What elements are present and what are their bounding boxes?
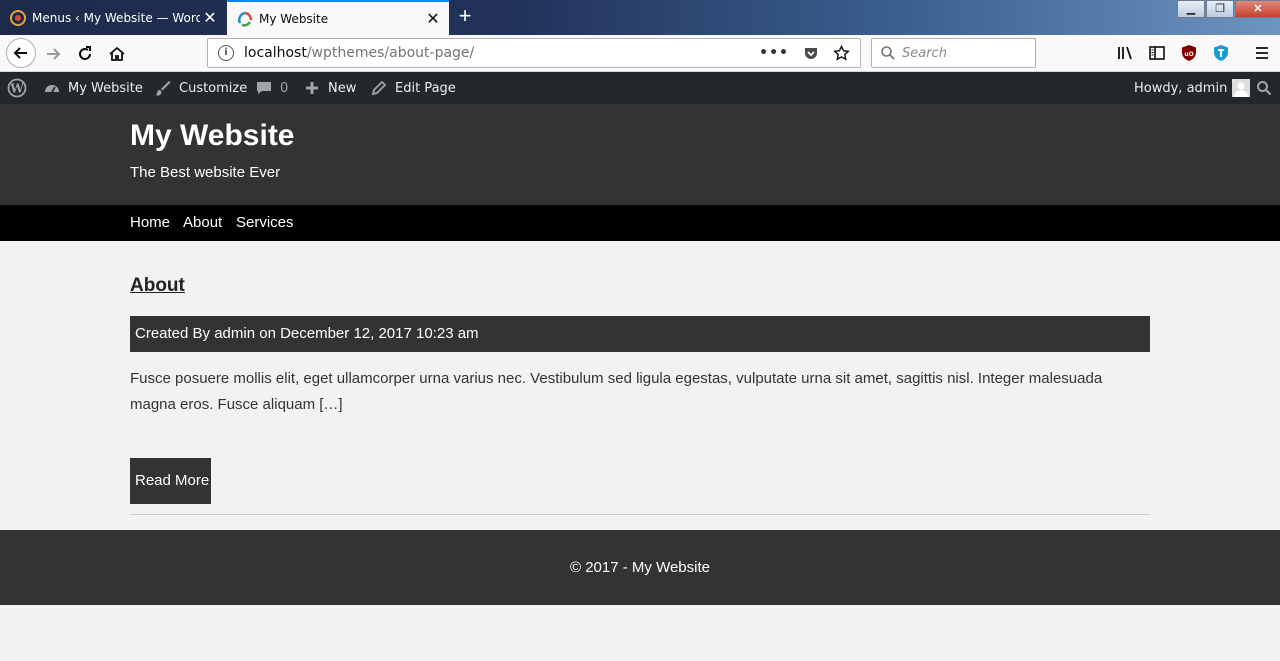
url-bar[interactable]: i localhost/wpthemes/about-page/ ••• <box>207 38 861 68</box>
post-title[interactable]: About <box>130 275 185 297</box>
ublock-icon[interactable]: uO <box>1180 44 1198 62</box>
home-button[interactable] <box>102 39 132 69</box>
search-icon <box>881 46 895 60</box>
admin-new-label: New <box>328 80 357 96</box>
wordpress-favicon-icon <box>10 9 26 26</box>
user-avatar-icon <box>1234 82 1249 97</box>
window-controls: ▁ ❐ ✕ <box>1176 0 1280 20</box>
reload-icon <box>79 46 91 60</box>
post-excerpt: Fusce posuere mollis elit, eget ullamcor… <box>130 370 1103 413</box>
star-icon[interactable] <box>833 44 850 62</box>
dashboard-icon <box>42 78 62 98</box>
comments-count: 0 <box>280 80 289 96</box>
browser-toolbar: i localhost/wpthemes/about-page/ ••• Sea… <box>0 35 1280 72</box>
pocket-icon[interactable] <box>803 45 819 61</box>
site-description: The Best website Ever <box>130 164 281 181</box>
restore-window-button[interactable]: ❐ <box>1206 0 1234 18</box>
close-tab-icon[interactable]: ✕ <box>200 8 220 27</box>
toolbar-icons: uO <box>1116 40 1270 66</box>
svg-text:uO: uO <box>1184 51 1193 58</box>
site-info-icon[interactable]: i <box>218 45 234 61</box>
comment-bubble-icon <box>254 78 274 98</box>
shield-icon[interactable] <box>1212 44 1230 62</box>
ellipsis-icon[interactable]: ••• <box>759 45 789 61</box>
site-title[interactable]: My Website <box>130 119 295 153</box>
wordpress-logo-icon: W <box>7 78 27 98</box>
nav-item-home[interactable]: Home <box>130 214 170 231</box>
site-header: My Website The Best website Ever <box>0 104 1280 205</box>
close-tab-icon[interactable]: ✕ <box>423 9 443 28</box>
pencil-icon <box>369 78 389 98</box>
admin-site-name-label: My Website <box>68 80 143 96</box>
tab-my-website[interactable]: My Website ✕ <box>227 0 449 35</box>
hamburger-icon[interactable] <box>1254 45 1270 61</box>
tab-strip: Menus ‹ My Website — WordPress ✕ My Webs… <box>0 0 1280 35</box>
search-bar[interactable]: Search <box>871 38 1036 68</box>
library-icon[interactable] <box>1116 44 1134 62</box>
site-footer: © 2017 - My Website <box>0 530 1280 605</box>
main-navigation: Home About Services <box>0 205 1280 241</box>
tab-menus[interactable]: Menus ‹ My Website — WordPress ✕ <box>0 0 226 35</box>
wp-admin-bar: W My Website Customize 0 New Edit Page H… <box>0 72 1280 104</box>
back-button[interactable] <box>6 38 36 68</box>
post-divider <box>130 514 1150 515</box>
admin-search[interactable] <box>1256 72 1272 104</box>
svg-text:W: W <box>9 82 24 96</box>
plus-icon <box>302 78 322 98</box>
new-tab-button[interactable]: + <box>453 5 477 29</box>
reload-button[interactable] <box>70 39 100 69</box>
admin-customize[interactable]: Customize <box>153 72 247 104</box>
footer-copyright: © 2017 - My Website <box>570 559 710 576</box>
post-meta: Created By admin on December 12, 2017 10… <box>130 316 1150 352</box>
tab-title: Menus ‹ My Website — WordPress <box>32 10 200 25</box>
site-favicon-icon <box>238 11 253 27</box>
search-placeholder: Search <box>902 45 947 61</box>
admin-edit-page[interactable]: Edit Page <box>369 72 456 104</box>
sidebar-icon[interactable] <box>1148 44 1166 62</box>
avatar <box>1232 79 1251 97</box>
admin-customize-label: Customize <box>179 80 248 96</box>
url-host: localhost <box>244 45 307 61</box>
howdy-label: Howdy, admin <box>1134 80 1228 96</box>
home-icon <box>109 46 125 61</box>
admin-site-name[interactable]: My Website <box>42 72 143 104</box>
forward-button[interactable] <box>38 39 68 69</box>
admin-edit-page-label: Edit Page <box>395 80 456 96</box>
paintbrush-icon <box>153 78 173 98</box>
forward-arrow-icon <box>47 48 61 60</box>
admin-account-menu[interactable]: Howdy, admin <box>1134 72 1251 104</box>
admin-comments[interactable]: 0 <box>254 72 288 104</box>
nav-item-services[interactable]: Services <box>236 214 294 231</box>
wp-logo-menu[interactable]: W <box>7 72 27 104</box>
tab-title: My Website <box>259 11 329 26</box>
read-more-button[interactable]: Read More <box>130 458 211 504</box>
close-window-button[interactable]: ✕ <box>1235 0 1280 18</box>
url-path: /wpthemes/about-page/ <box>306 45 475 61</box>
nav-item-about[interactable]: About <box>183 214 222 231</box>
minimize-window-button[interactable]: ▁ <box>1177 0 1205 18</box>
search-icon <box>1257 81 1272 96</box>
back-arrow-icon <box>13 47 27 59</box>
admin-new[interactable]: New <box>302 72 356 104</box>
